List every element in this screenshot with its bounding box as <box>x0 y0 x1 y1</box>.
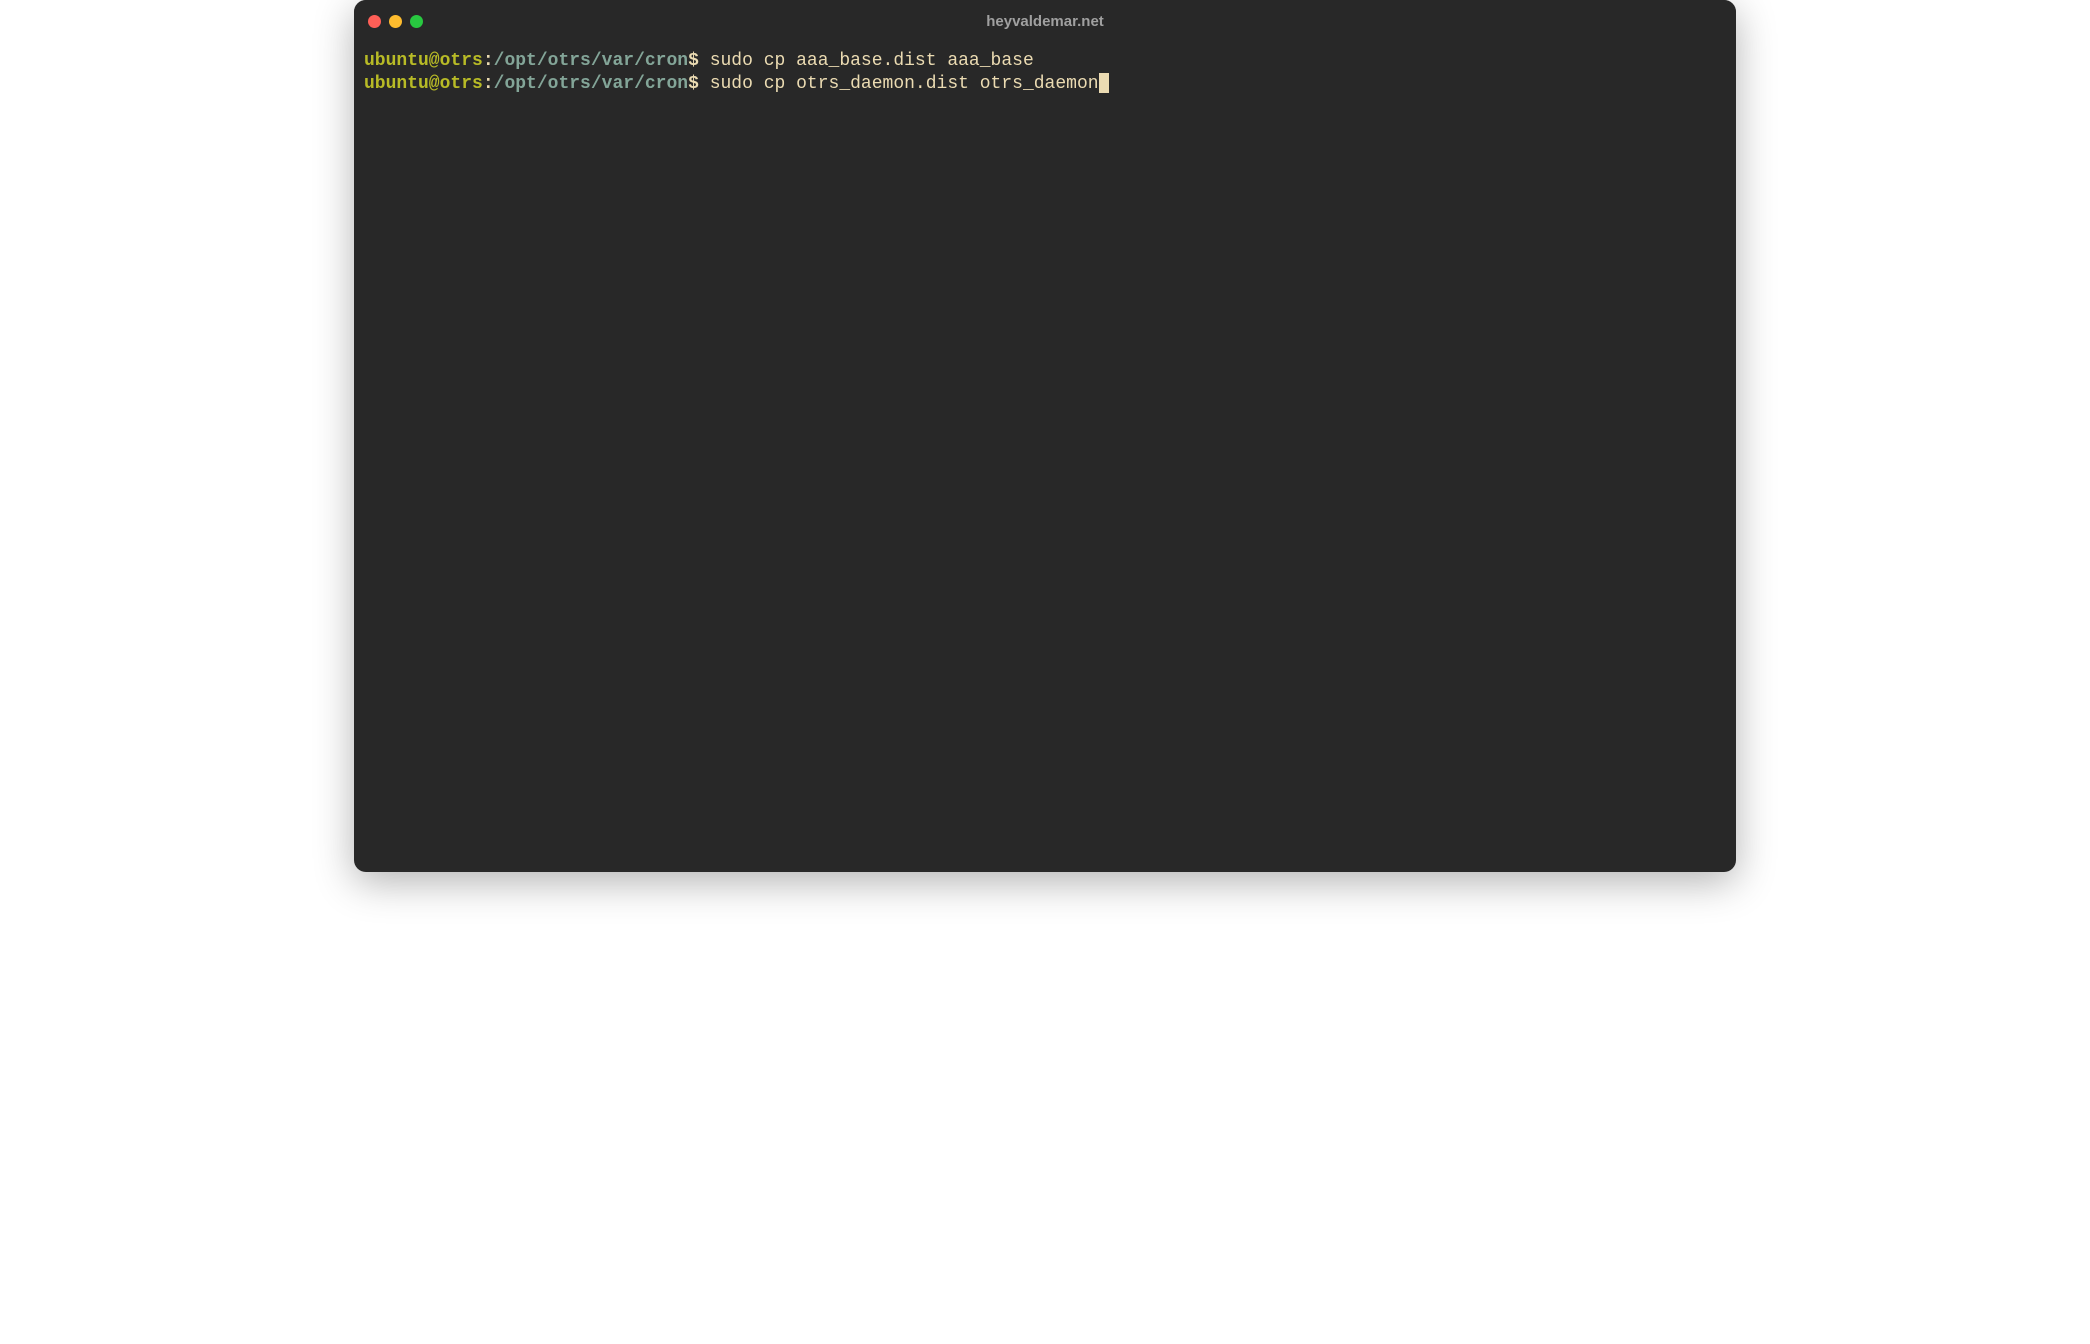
window-title: heyvaldemar.net <box>986 13 1104 30</box>
terminal-body[interactable]: ubuntu@otrs:/opt/otrs/var/cron$ sudo cp … <box>354 42 1736 872</box>
terminal-line: ubuntu@otrs:/opt/otrs/var/cron$ sudo cp … <box>364 73 1726 96</box>
prompt-symbol: $ <box>688 51 699 71</box>
command-text: sudo cp aaa_base.dist aaa_base <box>699 51 1034 71</box>
titlebar: heyvaldemar.net <box>354 0 1736 42</box>
terminal-line: ubuntu@otrs:/opt/otrs/var/cron$ sudo cp … <box>364 50 1726 73</box>
prompt-colon: : <box>483 51 494 71</box>
zoom-button[interactable] <box>410 15 423 28</box>
prompt-symbol: $ <box>688 74 699 94</box>
prompt-user-host: ubuntu@otrs <box>364 74 483 94</box>
prompt-path: /opt/otrs/var/cron <box>494 51 688 71</box>
command-text: sudo cp otrs_daemon.dist otrs_daemon <box>699 74 1099 94</box>
prompt-user-host: ubuntu@otrs <box>364 51 483 71</box>
terminal-window: heyvaldemar.net ubuntu@otrs:/opt/otrs/va… <box>354 0 1736 872</box>
prompt-colon: : <box>483 74 494 94</box>
traffic-lights <box>368 15 423 28</box>
prompt-path: /opt/otrs/var/cron <box>494 74 688 94</box>
minimize-button[interactable] <box>389 15 402 28</box>
close-button[interactable] <box>368 15 381 28</box>
cursor-icon <box>1099 73 1109 93</box>
